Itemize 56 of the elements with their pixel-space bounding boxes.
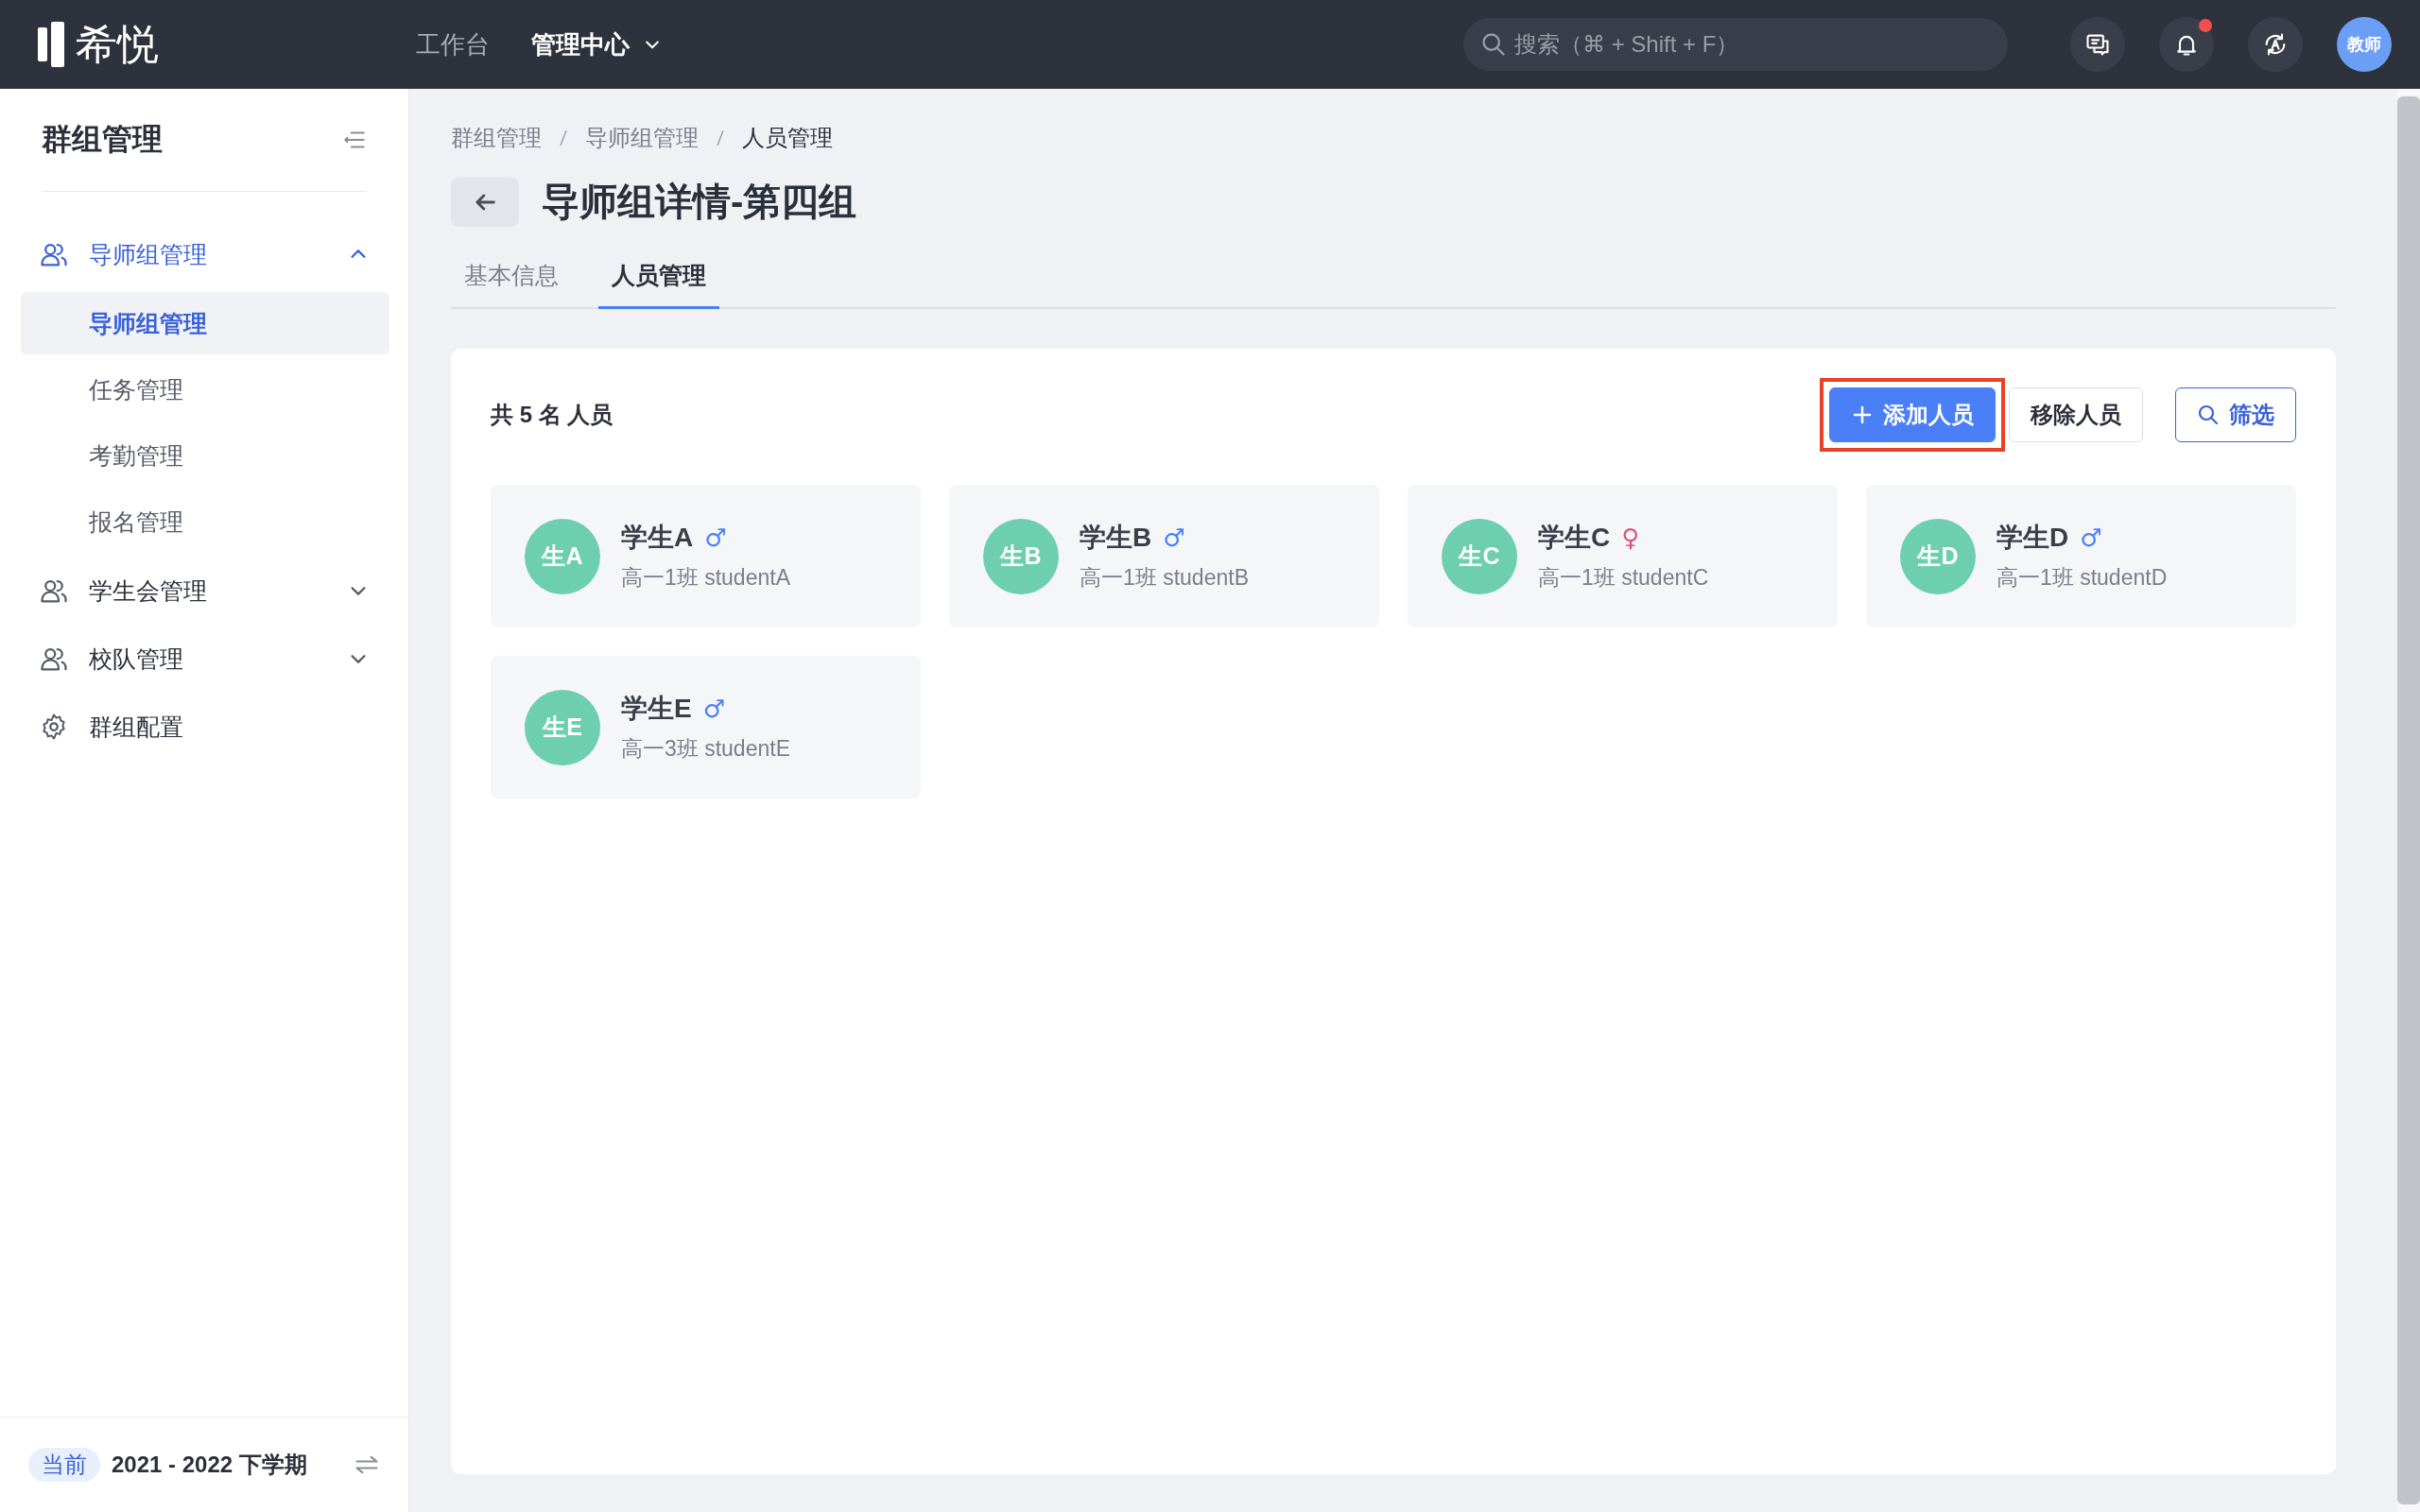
nav-item[interactable]: 管理中心 — [531, 27, 662, 61]
member-name: 学生D — [1996, 522, 2069, 554]
member-card[interactable]: 生C 学生C ♀ 高一1班 studentC — [1408, 485, 1838, 627]
member-info: 高一1班 studentB — [1080, 564, 1249, 592]
member-info: 高一1班 studentD — [1996, 564, 2168, 592]
submenu-item[interactable]: 导师组管理 — [21, 292, 389, 354]
current-badge: 当前 — [28, 1448, 100, 1482]
sidebar-title: 群组管理 — [42, 121, 163, 158]
plus-icon — [1851, 404, 1874, 426]
search-icon — [1480, 31, 1507, 58]
member-name: 学生C — [1538, 522, 1611, 554]
tab[interactable]: 人员管理 — [598, 247, 719, 309]
gender-symbol: ♂ — [702, 695, 725, 723]
gender-symbol: ♂ — [704, 524, 727, 552]
member-name: 学生E — [621, 693, 692, 725]
menu-item[interactable]: 导师组管理 — [21, 220, 389, 288]
term-label: 2021 - 2022 下学期 — [112, 1451, 308, 1479]
member-info: 高一1班 studentA — [621, 564, 790, 592]
member-card[interactable]: 生A 学生A ♂ 高一1班 studentA — [491, 485, 921, 627]
member-card[interactable]: 生B 学生B ♂ 高一1班 studentB — [949, 485, 1379, 627]
gender-symbol: ♂ — [2080, 524, 2102, 552]
logo-text: 希悦 — [76, 19, 159, 69]
member-avatar: 生E — [525, 689, 600, 765]
member-avatar: 生B — [983, 518, 1059, 594]
member-avatar: 生D — [1900, 518, 1976, 594]
member-card[interactable]: 生D 学生D ♂ 高一1班 studentD — [1866, 485, 2296, 627]
member-avatar: 生A — [525, 518, 600, 594]
add-button[interactable]: 添加人员 — [1829, 387, 1996, 442]
member-count: 共 5 名 人员 — [491, 401, 614, 429]
menu-item[interactable]: 校队管理 — [21, 625, 389, 693]
nav-item[interactable]: 工作台 — [416, 27, 490, 61]
submenu-item[interactable]: 报名管理 — [21, 490, 389, 553]
tab[interactable]: 基本信息 — [451, 247, 572, 309]
member-name: 学生B — [1080, 522, 1152, 554]
search-field[interactable]: 搜索（⌘ + Shift + F） — [1463, 18, 2008, 71]
gender-symbol: ♂ — [1163, 524, 1185, 552]
member-info: 高一1班 studentC — [1538, 564, 1709, 592]
breadcrumb-link[interactable]: 导师组管理 — [585, 123, 699, 153]
menu-item[interactable]: 学生会管理 — [21, 557, 389, 625]
member-avatar: 生C — [1442, 518, 1517, 594]
breadcrumb-link[interactable]: 群组管理 — [451, 123, 542, 153]
logo-icon — [38, 22, 66, 67]
member-name: 学生A — [621, 522, 694, 554]
menu-item[interactable]: 群组配置 — [21, 693, 389, 761]
gear-icon — [40, 713, 68, 741]
member-card[interactable]: 生E 学生E ♂ 高一3班 studentE — [491, 656, 921, 799]
scrollbar-thumb[interactable] — [2397, 96, 2420, 1504]
filter-button[interactable]: 筛选 — [2175, 387, 2296, 442]
gender-symbol: ♀ — [1621, 524, 1640, 552]
back-button[interactable] — [451, 177, 519, 227]
remove-button[interactable]: 移除人员 — [2009, 387, 2143, 442]
member-info: 高一3班 studentE — [621, 735, 790, 763]
search-icon — [2197, 404, 2220, 426]
submenu-item[interactable]: 考勤管理 — [21, 424, 389, 487]
submenu-item[interactable]: 任务管理 — [21, 358, 389, 421]
page-title: 导师组详情-第四组 — [542, 180, 857, 224]
